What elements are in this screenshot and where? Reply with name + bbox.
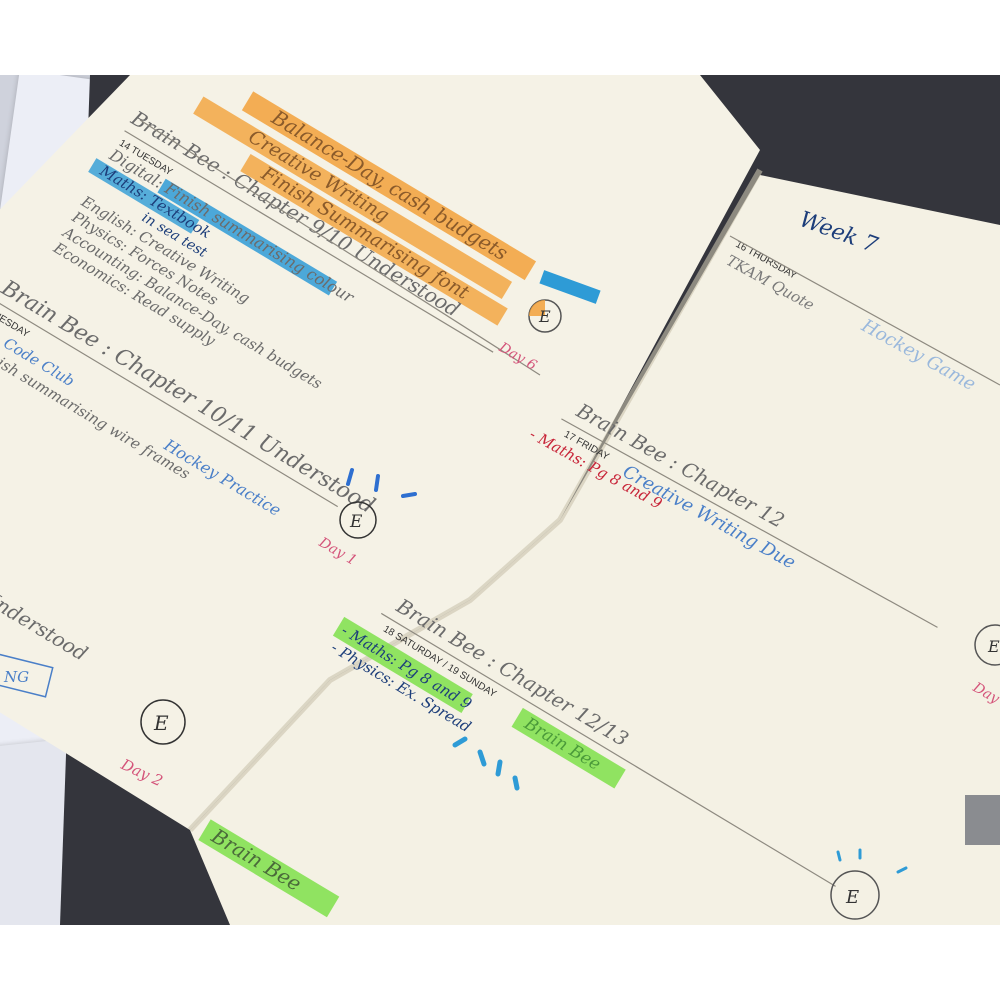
entry2-circle-letter: E xyxy=(349,512,363,532)
edge-circle-letter: E xyxy=(987,637,1000,656)
entry3-boxed: NG xyxy=(3,668,29,686)
entry1-circle-letter: E xyxy=(538,307,551,326)
page-edge-strip xyxy=(965,795,1000,845)
weekend-circle-letter: E xyxy=(845,887,859,908)
entry3-circle-letter: E xyxy=(153,711,169,735)
planner-book: Balance-Day, cash budgets Creative Writi… xyxy=(0,75,1000,925)
